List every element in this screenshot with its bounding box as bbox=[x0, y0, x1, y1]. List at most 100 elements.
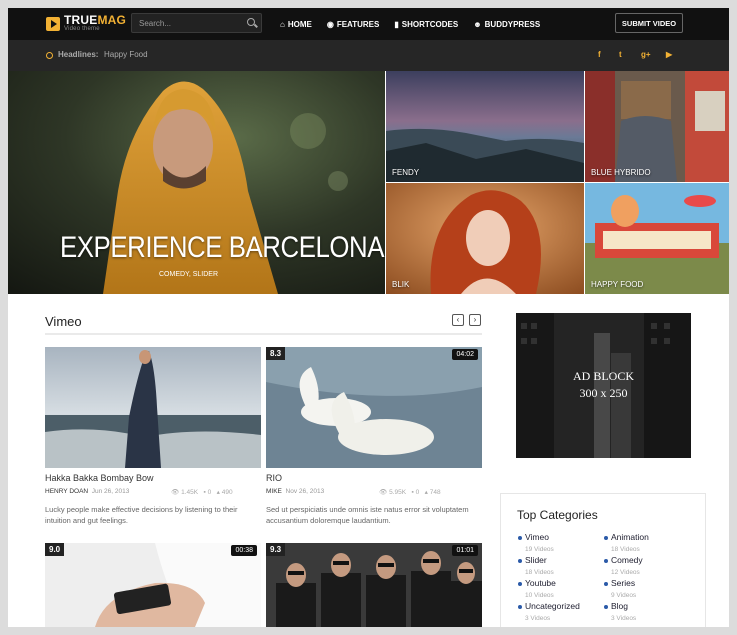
rating-badge: 9.3 bbox=[266, 543, 286, 556]
top-categories-title: Top Categories bbox=[517, 508, 598, 522]
category-youtube[interactable]: Youtube bbox=[525, 578, 556, 588]
hero-tile-image bbox=[585, 71, 729, 182]
headline-icon bbox=[46, 52, 53, 59]
video-excerpt: Lucky people make effective decisions by… bbox=[45, 505, 238, 525]
hero-tile-caption: BLUE HYBRIDO bbox=[591, 168, 651, 177]
category-count: 3 Videos bbox=[611, 615, 637, 622]
video-excerpt: Sed ut perspiciatis unde omnis iste natu… bbox=[266, 505, 469, 525]
google-plus-icon[interactable]: g+ bbox=[641, 50, 651, 59]
eye-icon: 👁 bbox=[171, 489, 180, 496]
bullet-icon bbox=[518, 559, 522, 563]
rating-badge: 8.3 bbox=[266, 347, 286, 360]
site-logo[interactable]: TRUEMAG Video theme bbox=[46, 13, 126, 33]
section-title: Vimeo bbox=[45, 314, 82, 329]
nav-features-label: FEATURES bbox=[336, 19, 380, 29]
category-count: 9 Videos bbox=[611, 592, 637, 599]
facebook-icon[interactable]: f bbox=[598, 50, 601, 59]
hero-tile-blik[interactable]: BLIK bbox=[386, 183, 584, 294]
rating-badge: 9.0 bbox=[45, 543, 65, 556]
user-icon: ☻ bbox=[473, 19, 482, 29]
video-title[interactable]: RIO bbox=[266, 473, 282, 483]
nav-shortcodes-label: SHORTCODES bbox=[401, 19, 459, 29]
main-nav: ⌂ HOME ◉ FEATURES ▮ SHORTCODES ☻ BUDDYPRESS bbox=[280, 8, 555, 40]
page-frame: TRUEMAG Video theme ⌂HOME ◉FEATURES ▮SHO… bbox=[8, 8, 729, 627]
bullet-icon bbox=[604, 582, 608, 586]
headline-bar: Headlines: Happy Food f t g+ ▶ bbox=[8, 40, 729, 71]
video-thumbnail-image bbox=[266, 543, 482, 627]
hero-tile-happy-food[interactable]: HAPPY FOOD bbox=[585, 183, 729, 294]
hero-main-tile[interactable]: EXPERIENCE BARCELONA COMEDY, SLIDER bbox=[8, 71, 385, 294]
carousel-prev-button[interactable]: ‹ bbox=[452, 314, 464, 326]
video-thumbnail[interactable]: 8.3 04:02 bbox=[266, 347, 482, 468]
hero-tile-caption: FENDY bbox=[392, 168, 420, 177]
category-animation[interactable]: Animation bbox=[611, 532, 649, 542]
video-author[interactable]: MIKE bbox=[266, 488, 282, 495]
video-meta: MIKE Nov 26, 2013 bbox=[266, 488, 324, 495]
video-thumbnail-image bbox=[45, 543, 261, 627]
category-count: 18 Videos bbox=[611, 546, 640, 553]
video-author[interactable]: HENRY DOAN bbox=[45, 488, 88, 495]
search-input[interactable] bbox=[132, 18, 242, 28]
hero-tile-image bbox=[386, 71, 584, 182]
comment-icon: ▪ bbox=[203, 489, 206, 496]
ad-image: AD BLOCK 300 x 250 bbox=[516, 313, 691, 458]
duration-badge: 04:02 bbox=[452, 349, 478, 360]
like-icon: ▴ bbox=[424, 489, 428, 496]
video-thumbnail[interactable]: 9.0 00:38 bbox=[45, 543, 261, 627]
video-thumbnail-image bbox=[266, 347, 482, 468]
nav-buddypress-label: BUDDYPRESS bbox=[484, 19, 541, 29]
video-thumbnail[interactable] bbox=[45, 347, 261, 468]
video-thumbnail-image bbox=[45, 347, 261, 468]
video-date: Nov 26, 2013 bbox=[285, 488, 325, 495]
nav-home[interactable]: ⌂ HOME bbox=[280, 20, 312, 29]
video-likes: 748 bbox=[429, 489, 441, 496]
headline-item[interactable]: Happy Food bbox=[104, 50, 148, 59]
nav-buddypress[interactable]: ☻ BUDDYPRESS bbox=[473, 20, 540, 29]
nav-shortcodes[interactable]: ▮ SHORTCODES bbox=[394, 20, 458, 29]
bullet-icon bbox=[518, 605, 522, 609]
carousel-next-button[interactable]: › bbox=[469, 314, 481, 326]
like-icon: ▴ bbox=[216, 489, 220, 496]
play-logo-icon bbox=[46, 17, 60, 31]
video-date: Jun 26, 2013 bbox=[91, 488, 130, 495]
bullet-icon bbox=[518, 582, 522, 586]
bullet-icon bbox=[604, 605, 608, 609]
video-thumbnail[interactable]: 9.3 01:01 bbox=[266, 543, 482, 627]
comment-icon: ▪ bbox=[411, 489, 414, 496]
submit-video-button[interactable]: SUBMIT VIDEO bbox=[615, 13, 683, 33]
search-icon[interactable] bbox=[247, 18, 255, 26]
category-slider[interactable]: Slider bbox=[525, 555, 547, 565]
bullet-icon bbox=[518, 536, 522, 540]
category-blog[interactable]: Blog bbox=[611, 601, 628, 611]
hero-main-title: EXPERIENCE BARCELONA bbox=[60, 231, 385, 264]
category-series[interactable]: Series bbox=[611, 578, 635, 588]
video-title[interactable]: Hakka Bakka Bombay Bow bbox=[45, 473, 154, 483]
home-icon: ⌂ bbox=[280, 19, 285, 29]
youtube-icon[interactable]: ▶ bbox=[666, 50, 672, 59]
bullet-icon bbox=[604, 536, 608, 540]
category-count: 10 Videos bbox=[525, 592, 554, 599]
video-meta: HENRY DOAN Jun 26, 2013 bbox=[45, 488, 129, 495]
hero-tile-blue-hybrido[interactable]: BLUE HYBRIDO bbox=[585, 71, 729, 182]
top-bar: TRUEMAG Video theme ⌂HOME ◉FEATURES ▮SHO… bbox=[8, 8, 729, 40]
duration-badge: 00:38 bbox=[231, 545, 257, 556]
ad-line-2: 300 x 250 bbox=[580, 386, 628, 400]
nav-home-label: HOME bbox=[287, 19, 312, 29]
category-vimeo[interactable]: Vimeo bbox=[525, 532, 549, 542]
ad-block[interactable]: AD BLOCK 300 x 250 bbox=[516, 313, 691, 458]
video-views: 1.45K bbox=[181, 489, 199, 496]
category-uncategorized[interactable]: Uncategorized bbox=[525, 601, 580, 611]
hero-mosaic: EXPERIENCE BARCELONA COMEDY, SLIDER FEND… bbox=[8, 71, 729, 294]
category-count: 19 Videos bbox=[525, 546, 554, 553]
category-comedy[interactable]: Comedy bbox=[611, 555, 643, 565]
nav-features[interactable]: ◉ FEATURES bbox=[327, 20, 380, 29]
hero-tile-fendy[interactable]: FENDY bbox=[386, 71, 584, 182]
ad-line-1: AD BLOCK bbox=[573, 369, 634, 383]
search-box bbox=[131, 13, 262, 33]
eye-icon: 👁 bbox=[379, 489, 388, 496]
logo-name-a: TRUE bbox=[64, 13, 98, 27]
twitter-icon[interactable]: t bbox=[619, 50, 622, 59]
hero-main-categories[interactable]: COMEDY, SLIDER bbox=[159, 271, 218, 278]
category-count: 18 Videos bbox=[525, 569, 554, 576]
category-count: 3 Videos bbox=[525, 615, 551, 622]
